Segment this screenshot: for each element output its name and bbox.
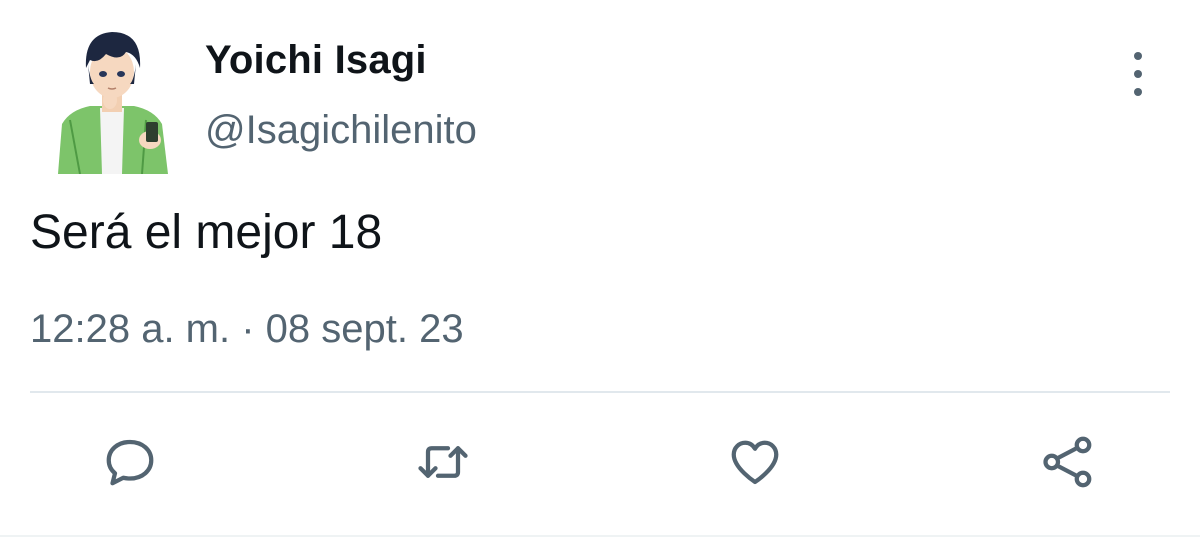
share-button[interactable] xyxy=(1036,430,1100,494)
retweet-icon xyxy=(418,446,468,478)
more-options-button[interactable] xyxy=(1118,52,1158,96)
tweet-text: Será el mejor 18 xyxy=(30,206,383,259)
avatar[interactable] xyxy=(50,24,174,174)
heart-icon xyxy=(731,440,779,485)
tweet-card: Yoichi Isagi @Isagichilenito Será el mej… xyxy=(0,0,1200,551)
more-dot-icon xyxy=(1134,88,1142,96)
more-dot-icon xyxy=(1134,70,1142,78)
tweet-timestamp[interactable]: 12:28 a. m. · 08 sept. 23 xyxy=(30,307,464,352)
more-dot-icon xyxy=(1134,52,1142,60)
reply-icon xyxy=(106,439,154,486)
handle[interactable]: @Isagichilenito xyxy=(205,108,477,153)
bottom-divider xyxy=(0,535,1200,537)
display-name[interactable]: Yoichi Isagi xyxy=(205,38,427,83)
share-icon xyxy=(1043,436,1092,488)
divider xyxy=(30,391,1170,393)
reply-button[interactable] xyxy=(98,430,162,494)
avatar-illustration xyxy=(58,32,168,174)
like-button[interactable] xyxy=(723,430,787,494)
retweet-button[interactable] xyxy=(411,430,475,494)
